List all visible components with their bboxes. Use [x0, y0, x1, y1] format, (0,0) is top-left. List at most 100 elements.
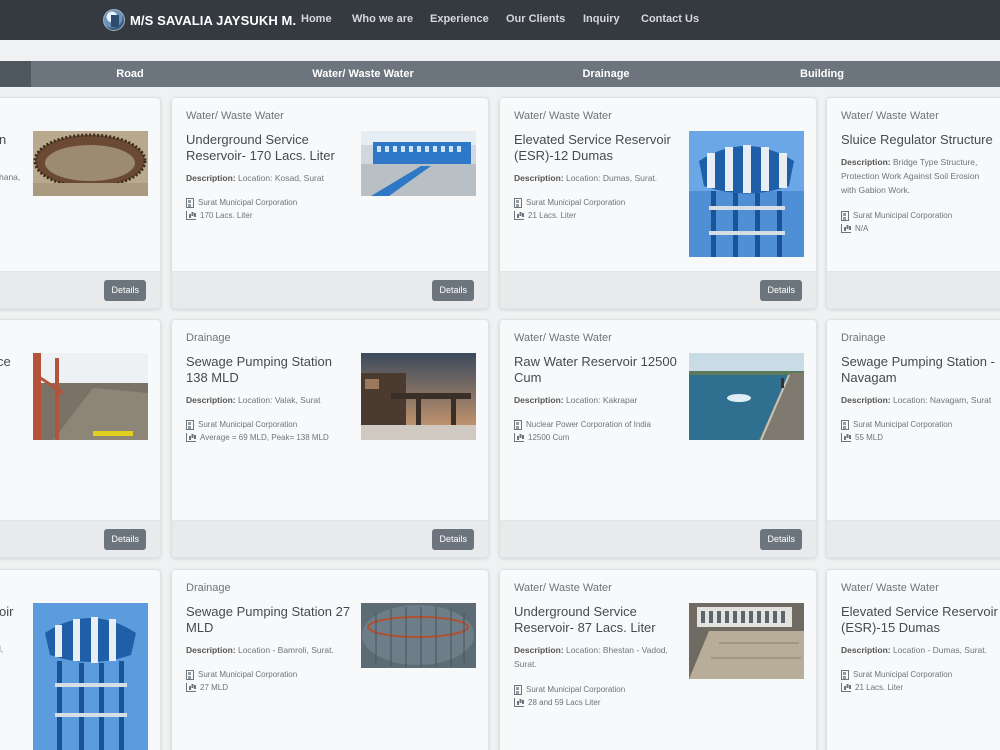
nav-home[interactable]: Home [301, 13, 332, 25]
project-meta: Surat Municipal Corporation 170 Lacs. Li… [186, 196, 297, 222]
project-title: ce [0, 354, 11, 369]
project-meta: Surat Municipal Corporation 27 MLD [186, 668, 297, 694]
details-button[interactable]: Details [104, 280, 146, 301]
description-text: Location: Kosad, Surat [237, 173, 324, 183]
nav-experience[interactable]: Experience [430, 13, 489, 25]
chart-icon [186, 211, 196, 220]
project-title: Sluice Regulator Structure [841, 132, 993, 147]
project-description: Description: Bridge Type Structure, Prot… [841, 155, 991, 197]
project-image[interactable] [361, 353, 476, 440]
capacity: 27 MLD [200, 683, 229, 692]
building-icon [841, 419, 849, 430]
description-text: Location: Kakrapar [565, 395, 638, 405]
capacity: 55 MLD [855, 433, 884, 442]
building-icon [841, 210, 849, 221]
capacity: 21 Lacs. Liter [855, 683, 904, 692]
project-meta: Surat Municipal Corporation 21 Lacs. Lit… [841, 668, 952, 694]
tab-road[interactable]: Road [116, 68, 144, 80]
project-image[interactable] [689, 603, 804, 679]
chart-icon [841, 224, 851, 233]
project-card: oir l, [0, 569, 161, 750]
project-meta: Surat Municipal Corporation Average = 69… [186, 418, 329, 444]
card-footer [827, 271, 1000, 308]
elevated-reservoir-image [33, 603, 148, 750]
nav-contact-us[interactable]: Contact Us [641, 13, 699, 25]
details-button[interactable]: Details [760, 280, 802, 301]
description-label: Description: [186, 173, 236, 183]
card-footer: Details [500, 271, 816, 308]
capacity: 12500 Cum [528, 433, 570, 442]
details-button[interactable]: Details [104, 529, 146, 550]
description-text: Location: Valak, Surat [237, 395, 321, 405]
project-card: Drainage Sewage Pumping Station 138 MLD … [171, 319, 489, 558]
project-category: Drainage [186, 582, 231, 594]
tab-water-waste-water[interactable]: Water/ Waste Water [312, 68, 413, 80]
building-icon [514, 419, 522, 430]
card-footer: Details [0, 271, 160, 308]
building-icon [514, 197, 522, 208]
capacity: 170 Lacs. Liter [200, 211, 253, 220]
project-title: Elevated Service Reservoir (ESR)-15 Duma… [841, 604, 998, 635]
card-footer [827, 520, 1000, 557]
project-image[interactable] [33, 603, 148, 750]
description-label: Description: [514, 173, 564, 183]
circular-well-image [361, 603, 476, 668]
description-label: Description: [841, 395, 891, 405]
project-image[interactable] [361, 131, 476, 196]
client-name: Surat Municipal Corporation [198, 198, 298, 207]
description-label: Description: [186, 395, 236, 405]
project-category: Water/ Waste Water [514, 110, 612, 122]
details-button[interactable]: Details [760, 529, 802, 550]
brand[interactable]: M/S SAVALIA JAYSUKH M. [103, 7, 296, 33]
project-meta: Surat Municipal Corporation 55 MLD [841, 418, 952, 444]
building-icon [186, 197, 194, 208]
chart-icon [841, 683, 851, 692]
building-icon [514, 684, 522, 695]
project-description: l, [0, 644, 4, 654]
tab-drainage[interactable]: Drainage [582, 68, 629, 80]
project-card: ce Details [0, 319, 161, 558]
chart-icon [186, 433, 196, 442]
project-category: Drainage [841, 332, 886, 344]
nav-who-we-are[interactable]: Who we are [352, 13, 413, 25]
category-tab-bar: Road Water/ Waste Water Drainage Buildin… [0, 61, 1000, 87]
project-image[interactable] [33, 131, 148, 196]
pumping-station-image [361, 353, 476, 440]
project-image[interactable] [33, 353, 148, 440]
capacity: N/A [855, 224, 869, 233]
project-title: Elevated Service Reservoir (ESR)-12 Duma… [514, 132, 671, 163]
project-card: n hana, Details [0, 97, 161, 309]
project-title: Raw Water Reservoir 12500 Cum [514, 354, 677, 385]
tab-building[interactable]: Building [800, 68, 844, 80]
project-description: Description: Location: Navagam, Surat [841, 393, 1000, 407]
nav-our-clients[interactable]: Our Clients [506, 13, 565, 25]
details-button[interactable]: Details [432, 529, 474, 550]
underground-reservoir-image [361, 131, 476, 196]
project-image[interactable] [361, 603, 476, 668]
project-image[interactable] [689, 353, 804, 440]
project-title: Sewage Pumping Station 27 MLD [186, 604, 351, 635]
project-image[interactable] [689, 131, 804, 257]
client-name: Surat Municipal Corporation [853, 670, 953, 679]
client-name: Surat Municipal Corporation [853, 420, 953, 429]
description-text: Location: Dumas, Surat. [565, 173, 658, 183]
project-description: Description: Location - Dumas, Surat. [841, 643, 1000, 657]
tab-active-partial[interactable] [0, 61, 31, 87]
nav-inquiry[interactable]: Inquiry [583, 13, 620, 25]
project-card: Drainage Sewage Pumping Station - Navaga… [826, 319, 1000, 558]
client-name: Surat Municipal Corporation [198, 670, 298, 679]
description-label: Description: [514, 395, 564, 405]
project-description: Description: Location - Bamroli, Surat. [186, 643, 351, 657]
chart-icon [514, 211, 524, 220]
project-category: Water/ Waste Water [186, 110, 284, 122]
project-description: Description: Location: Kakrapar [514, 393, 679, 407]
project-meta: Surat Municipal Corporation N/A [841, 209, 952, 235]
building-icon [186, 419, 194, 430]
details-button[interactable]: Details [432, 280, 474, 301]
brand-name: M/S SAVALIA JAYSUKH M. [130, 12, 297, 28]
pipeline-construction-image [33, 353, 148, 440]
project-description: Description: Location: Kosad, Surat [186, 171, 346, 185]
company-logo [103, 9, 125, 31]
project-title: n [0, 132, 6, 148]
description-text: Location - Bamroli, Surat. [237, 645, 334, 655]
